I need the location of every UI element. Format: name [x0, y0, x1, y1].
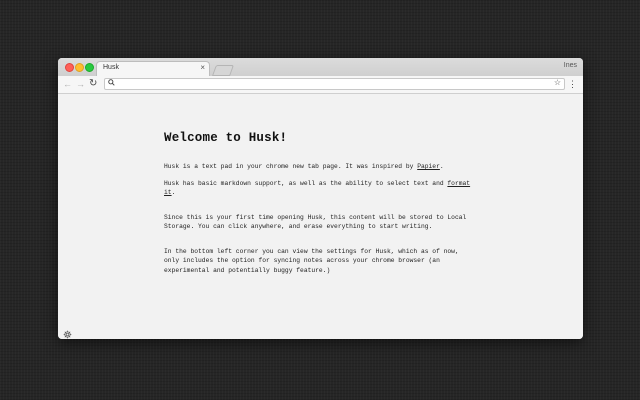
tab-close-icon[interactable]: × — [200, 63, 205, 72]
intro-end: . — [439, 163, 444, 170]
settings-paragraph: In the bottom left corner you can view t… — [164, 247, 459, 274]
intro-paragraph: Husk is a text pad in your chrome new ta… — [164, 162, 474, 172]
storage-paragraph: Since this is your first time opening Hu… — [164, 213, 467, 231]
page-title: Welcome to Husk! — [164, 131, 288, 145]
markdown-paragraph: Husk has basic markdown support, as well… — [164, 179, 474, 198]
browser-toolbar: ← → ↻ ☆ ⋮ — [58, 76, 583, 94]
husk-text-pad[interactable]: Welcome to Husk! Husk is a text pad in y… — [164, 131, 474, 275]
kebab-menu-icon[interactable]: ⋮ — [568, 78, 577, 90]
markdown-end: . — [171, 189, 176, 196]
tab-title: Husk — [103, 64, 119, 71]
markdown-text: Husk has basic markdown support, as well… — [164, 179, 448, 187]
minimize-window-button[interactable] — [75, 63, 84, 72]
tab-bar: Husk × Ines — [58, 58, 583, 76]
profile-name[interactable]: Ines — [564, 62, 577, 69]
close-window-button[interactable] — [65, 63, 74, 72]
address-bar[interactable]: ☆ — [104, 78, 565, 90]
reload-icon[interactable]: ↻ — [89, 78, 97, 90]
tab-husk[interactable]: Husk × — [96, 61, 210, 76]
gear-icon[interactable] — [63, 326, 72, 339]
maximize-window-button[interactable] — [85, 63, 94, 72]
new-tab-button[interactable] — [211, 65, 235, 76]
star-icon[interactable]: ☆ — [554, 78, 561, 87]
search-icon-svg — [108, 79, 115, 86]
page-content[interactable]: Welcome to Husk! Husk is a text pad in y… — [58, 94, 583, 339]
forward-arrow-icon[interactable]: → — [76, 78, 85, 90]
browser-window: Husk × Ines ← → ↻ ☆ ⋮ Welcome to Husk! H… — [58, 58, 583, 339]
search-icon — [108, 79, 115, 88]
intro-text: Husk is a text pad in your chrome new ta… — [164, 163, 418, 170]
gear-icon-svg — [63, 330, 72, 339]
papier-link[interactable]: Papier — [417, 163, 440, 170]
back-arrow-icon[interactable]: ← — [63, 78, 72, 90]
